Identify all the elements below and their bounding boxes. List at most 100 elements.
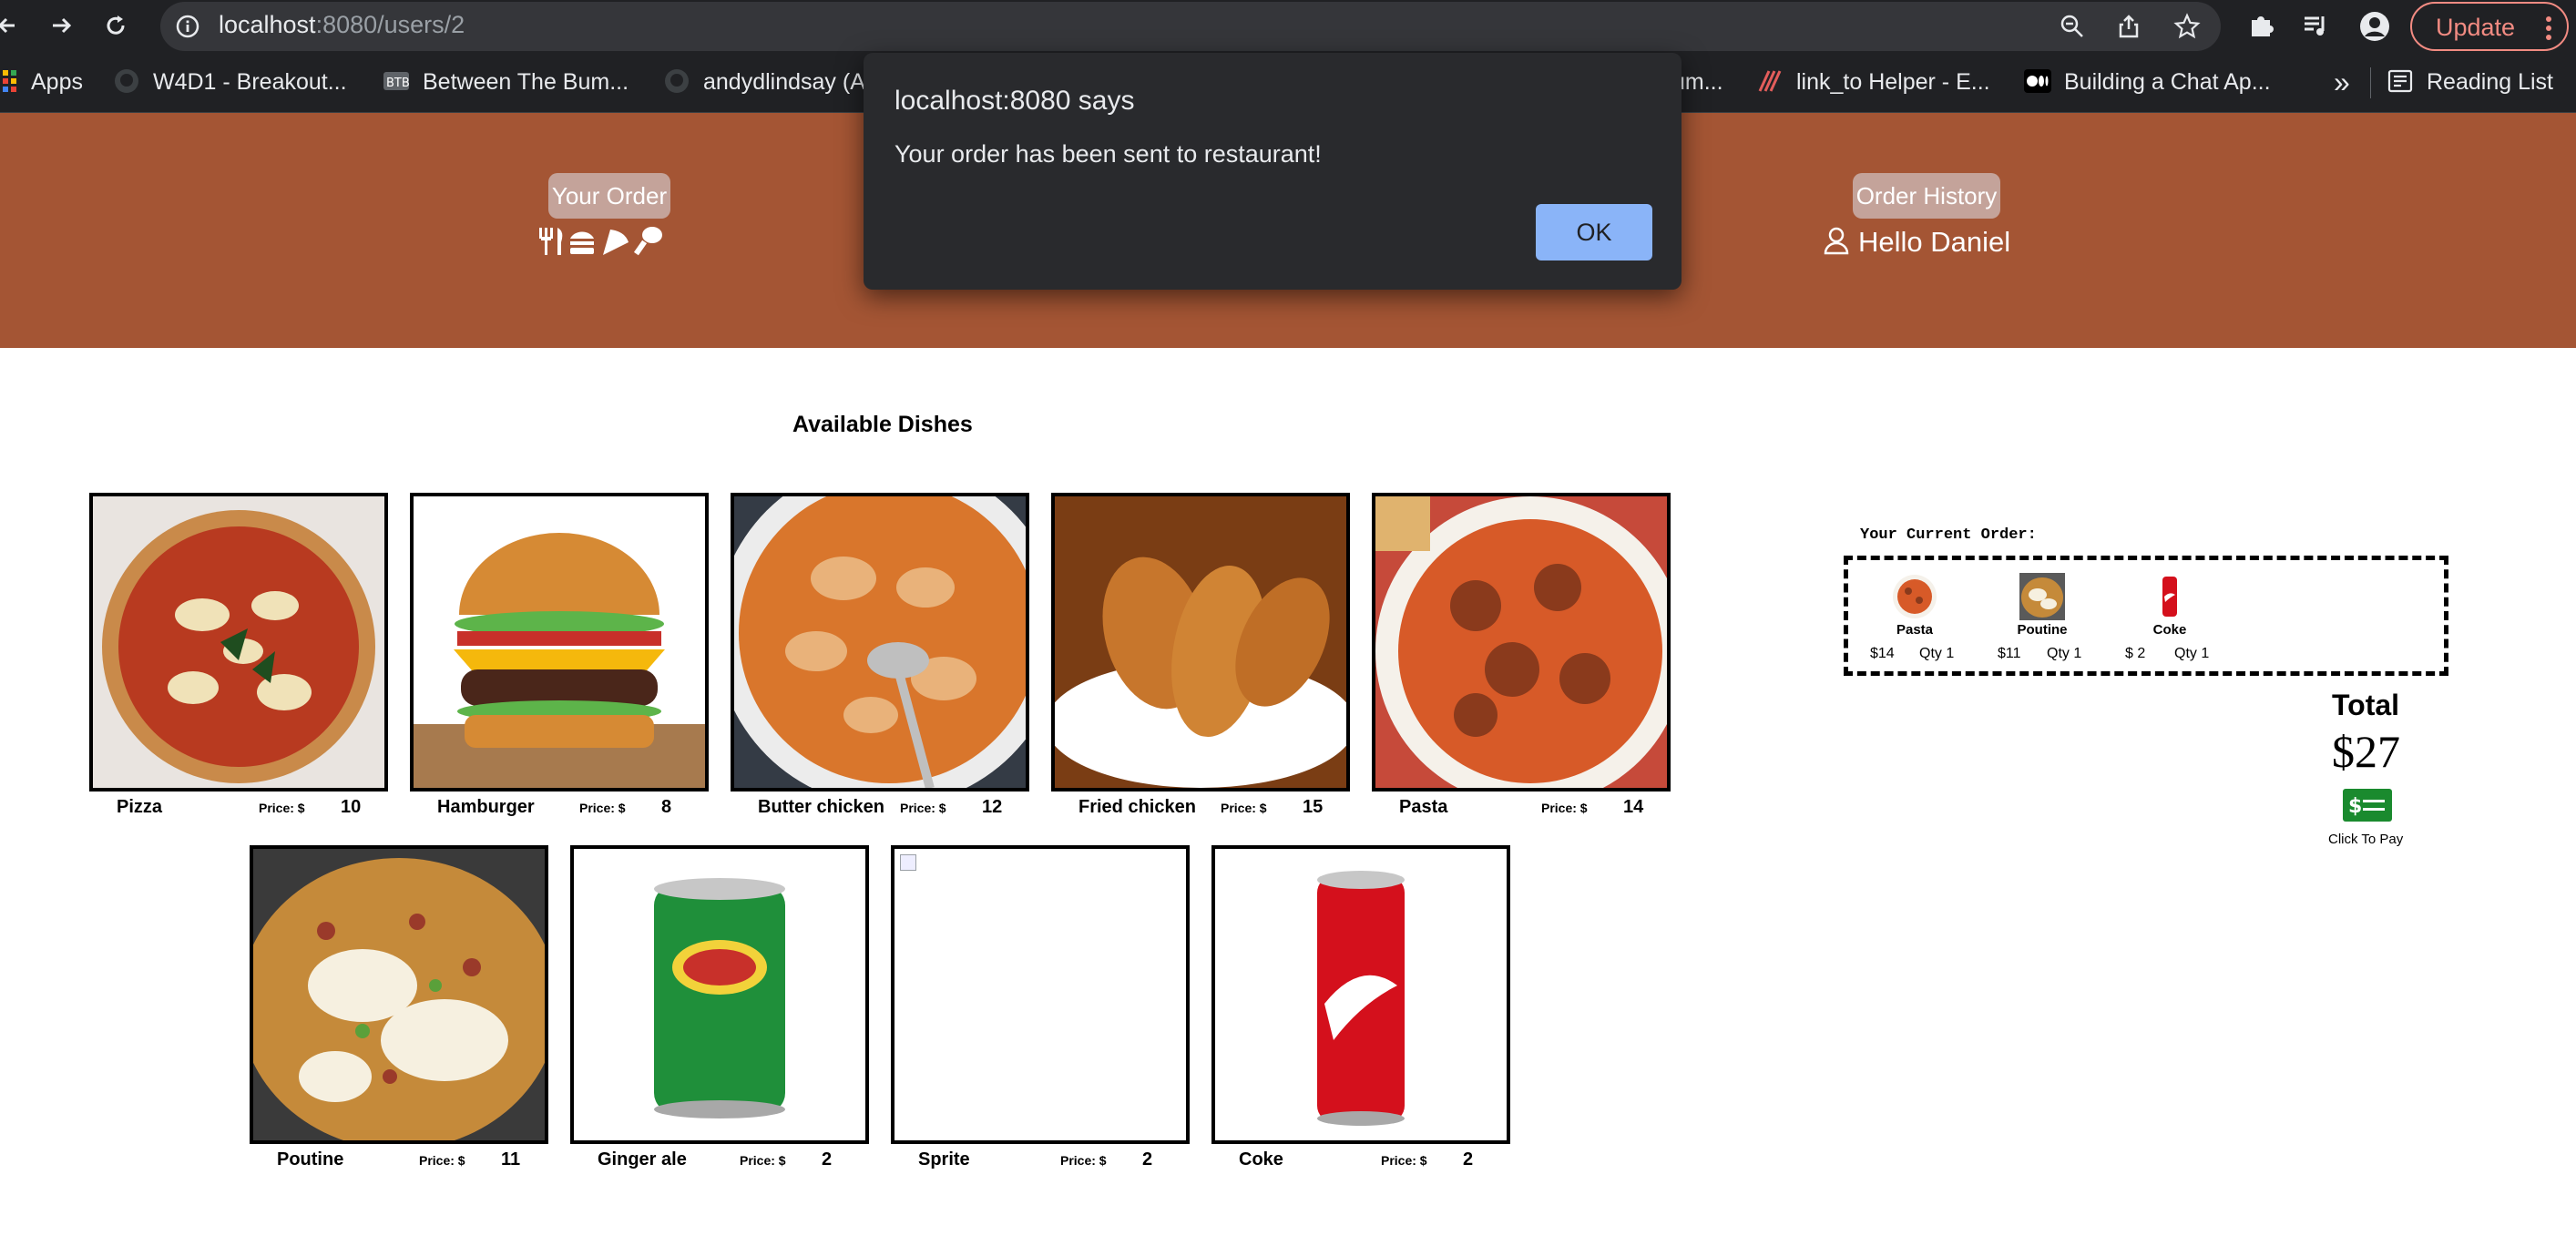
price-label: Price: $ (419, 1153, 465, 1168)
price-label: Price: $ (259, 801, 305, 815)
drumstick-icon (633, 227, 662, 256)
url-host: localhost (219, 11, 316, 38)
ginger-ale-photo (574, 849, 865, 1140)
money-bill-icon: $ (2348, 795, 2385, 818)
apps-grid-icon (3, 70, 16, 92)
dish-price: 14 (1623, 797, 1644, 817)
dish-name: Pizza (117, 797, 163, 817)
dish-price: 2 (1142, 1149, 1153, 1169)
hamburger-photo (414, 496, 705, 788)
current-order-heading: Your Current Order: (1860, 526, 2037, 544)
dish-name: Hamburger (437, 797, 535, 817)
pizza-photo (93, 496, 384, 788)
reading-list-icon (2387, 69, 2413, 93)
order-item: Coke $ 2 Qty 1 (2118, 573, 2245, 673)
price-label: Price: $ (1221, 801, 1267, 815)
dish-image-ginger-ale[interactable] (570, 845, 869, 1144)
dish-image-pizza[interactable] (89, 493, 388, 792)
dish-price: 12 (982, 797, 1003, 817)
back-button[interactable] (0, 0, 33, 53)
price-label: Price: $ (1381, 1153, 1427, 1168)
profile-avatar-icon[interactable] (2359, 11, 2390, 42)
rails-icon (1758, 70, 1782, 92)
dish-image-coke[interactable] (1211, 845, 1510, 1144)
dish-price: 2 (822, 1149, 833, 1169)
order-thumb-poutine (2019, 573, 2065, 620)
site-info-icon[interactable] (175, 14, 200, 39)
order-item-name: Poutine (2017, 622, 2068, 638)
github-icon (665, 69, 689, 93)
url-path: :8080/users/2 (315, 11, 465, 38)
dish-name: Poutine (277, 1149, 344, 1169)
order-item-price: $14 (1870, 646, 1895, 661)
more-dots-icon (2546, 16, 2551, 40)
order-item-qty: Qty 1 (2047, 646, 2082, 661)
poutine-photo (253, 849, 545, 1140)
order-item-price: $11 (1998, 646, 2021, 661)
order-item: Pasta $14 Qty 1 (1863, 573, 1990, 673)
reading-list-label: Reading List (2427, 69, 2553, 95)
current-order-box: Pasta $14 Qty 1 Poutine $11 Qty 1 Coke $… (1844, 556, 2448, 676)
dialog-title: localhost:8080 says (894, 86, 1135, 116)
reload-button[interactable] (95, 0, 140, 53)
bookmarks-overflow-button[interactable]: » (2334, 66, 2350, 99)
media-queue-icon[interactable] (2301, 11, 2330, 40)
order-item-qty: Qty 1 (2174, 646, 2210, 661)
total-label: Total (2332, 689, 2400, 721)
dialog-ok-button[interactable]: OK (1536, 204, 1652, 260)
dish-price: 15 (1303, 797, 1324, 817)
update-button[interactable]: Update (2410, 2, 2569, 51)
dish-price: 11 (501, 1149, 521, 1169)
pay-button[interactable]: $ (2343, 789, 2392, 822)
github-icon (115, 69, 138, 93)
dish-name: Fried chicken (1078, 797, 1196, 817)
back-arrow-icon (0, 17, 15, 34)
order-history-button[interactable]: Order History (1853, 173, 2000, 219)
dish-image-poutine[interactable] (250, 845, 548, 1144)
bookmark-star-icon[interactable] (2173, 13, 2201, 40)
dish-image-pasta[interactable] (1372, 493, 1671, 792)
dish-image-hamburger[interactable] (410, 493, 709, 792)
bookmark-label: andydlindsay (A (703, 69, 865, 95)
fried-chicken-photo (1055, 496, 1346, 788)
order-item-name: Pasta (1896, 622, 1934, 638)
dish-image-fried-chicken[interactable] (1051, 493, 1350, 792)
bookmarks-divider (2370, 67, 2371, 98)
medium-icon (2024, 69, 2051, 93)
click-to-pay-label[interactable]: Click To Pay (2328, 832, 2403, 847)
update-label: Update (2436, 14, 2516, 41)
dish-name: Coke (1239, 1149, 1283, 1169)
extensions-puzzle-icon[interactable] (2246, 11, 2275, 40)
order-item-name: Coke (2152, 622, 2187, 638)
zoom-icon[interactable] (2059, 13, 2086, 40)
dish-name: Sprite (918, 1149, 970, 1169)
dish-price: 10 (341, 797, 362, 817)
reload-icon (107, 15, 125, 35)
svg-text:BTB: BTB (386, 77, 410, 90)
dish-image-butter-chicken[interactable] (731, 493, 1029, 792)
greeting-text: Hello Daniel (1858, 226, 2011, 258)
share-icon[interactable] (2115, 13, 2142, 40)
available-dishes-heading: Available Dishes (792, 412, 973, 437)
btb-icon: BTB (383, 72, 410, 90)
your-order-button[interactable]: Your Order (548, 173, 670, 219)
order-thumb-coke (2162, 577, 2177, 617)
bookmark-label: Building a Chat Ap... (2064, 69, 2271, 95)
browser-toolbar: localhost:8080/users/2 Update (0, 0, 2576, 53)
dish-image-sprite[interactable] (891, 845, 1190, 1144)
forward-arrow-icon (53, 17, 72, 34)
url-text: localhost:8080/users/2 (219, 11, 465, 39)
forward-button[interactable] (40, 0, 86, 53)
bookmark-label: W4D1 - Breakout... (153, 69, 347, 95)
bookmark-label: Between The Bum... (423, 69, 629, 95)
food-logo-icons (539, 227, 662, 256)
address-bar[interactable]: localhost:8080/users/2 (160, 2, 2221, 51)
utensils-icon (539, 228, 563, 255)
alert-dialog: localhost:8080 says Your order has been … (864, 53, 1682, 290)
bookmark-label: link_to Helper - E... (1796, 69, 1990, 95)
pasta-photo (1375, 496, 1667, 788)
price-label: Price: $ (1541, 801, 1588, 815)
dish-name: Ginger ale (598, 1149, 687, 1169)
price-label: Price: $ (900, 801, 946, 815)
dish-name: Butter chicken (758, 797, 884, 817)
